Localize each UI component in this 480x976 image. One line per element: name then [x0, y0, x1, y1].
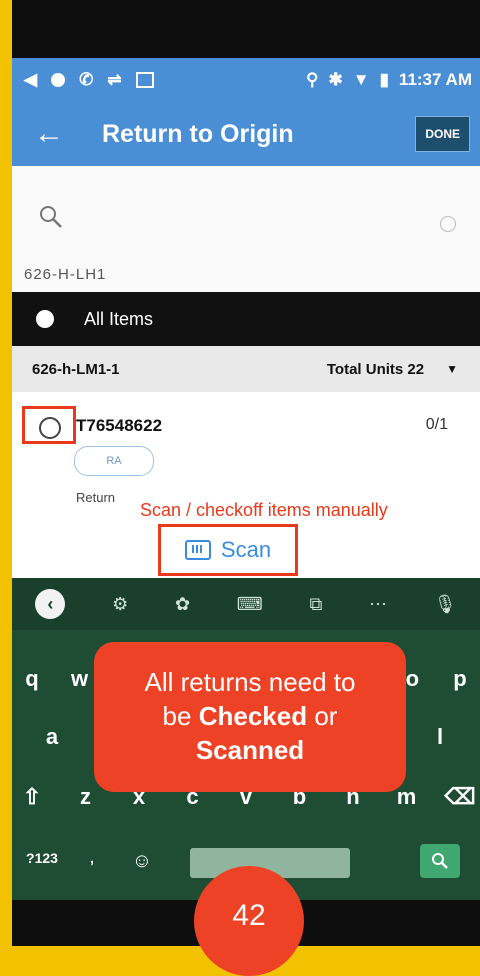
item-id: T76548622	[76, 416, 163, 435]
callout-text: be	[162, 701, 199, 732]
palette-icon[interactable]: ✿	[175, 594, 190, 615]
back-triangle-icon: ◀	[24, 70, 38, 89]
mic-icon[interactable]: 🎙	[434, 594, 457, 615]
notification-dot-icon	[51, 73, 66, 87]
key[interactable]: p	[440, 666, 480, 692]
scan-button[interactable]: Scan	[158, 524, 298, 576]
page-number-badge: 42	[194, 866, 304, 976]
signal-icon: ✆	[79, 70, 94, 89]
callout-line-2: be Checked or	[94, 700, 406, 734]
all-items-label: All Items	[84, 308, 154, 329]
item-checkbox[interactable]	[22, 406, 76, 444]
callout-line-1: All returns need to	[144, 667, 356, 698]
emoji-icon[interactable]: ☺	[112, 850, 172, 873]
arrow-left-icon[interactable]: ←	[12, 117, 74, 151]
bluetooth-icon: ✱	[328, 70, 343, 89]
search-glyph-icon	[432, 853, 448, 869]
callout-text: or	[307, 701, 338, 732]
search-icon[interactable]	[38, 204, 64, 230]
page-title: Return to Origin	[102, 119, 294, 148]
callout-emphasis: Scanned	[195, 734, 305, 765]
sync-icon: ⇌	[107, 70, 122, 89]
phone-screen: ◀ ✆ ⇌ ⚲ ✱ ▼ ▮ 11:37 AM ← Return to Origi…	[12, 0, 480, 946]
keyboard-back-icon[interactable]: ‹	[35, 589, 66, 619]
total-units: Total Units 22	[326, 360, 425, 378]
key[interactable]: l	[420, 724, 460, 750]
radio-selected-icon[interactable]	[36, 310, 54, 328]
clear-search-icon[interactable]	[440, 216, 456, 232]
backspace-icon[interactable]: ⌫	[440, 784, 480, 810]
item-type-label: Return	[76, 490, 116, 505]
key[interactable]: q	[12, 666, 52, 692]
annotation-text: Scan / checkoff items manually	[140, 500, 388, 520]
done-button[interactable]: DONE	[415, 116, 470, 152]
search-area: 626-H-LH1	[12, 166, 480, 292]
status-bar: ◀ ✆ ⇌ ⚲ ✱ ▼ ▮ 11:37 AM	[12, 58, 480, 102]
scan-label: Scan	[220, 537, 272, 562]
group-header[interactable]: 626-h-LM1-1 Total Units 22 ▼	[12, 346, 480, 392]
key[interactable]: z	[66, 784, 106, 810]
list-item: T76548622 0/1 RA Return Scan / checkoff …	[12, 392, 480, 578]
comma-key[interactable]: ,	[72, 850, 112, 873]
group-name: 626-h-LM1-1	[32, 360, 120, 378]
keyboard-mode-icon[interactable]: ⌨	[237, 594, 263, 615]
search-key-icon[interactable]	[420, 844, 460, 878]
ra-badge: RA	[74, 446, 154, 476]
settings-icon[interactable]: ⚙	[112, 594, 128, 615]
callout-line-3: Scanned	[94, 734, 406, 768]
keyboard-toolbar: ‹ ⚙ ✿ ⌨ ⧉ ⋯ 🎙	[12, 578, 480, 630]
location-icon: ⚲	[306, 70, 319, 89]
clipboard-icon[interactable]: ⧉	[309, 594, 322, 615]
location-code: 626-H-LH1	[24, 266, 107, 283]
callout-emphasis: Checked	[198, 701, 308, 732]
app-bar: ← Return to Origin DONE	[12, 102, 480, 166]
all-items-filter[interactable]: All Items	[12, 292, 480, 346]
radio-unchecked-icon[interactable]	[39, 417, 61, 439]
caret-down-icon[interactable]: ▼	[446, 362, 458, 376]
shift-icon[interactable]: ⇧	[12, 784, 52, 810]
barcode-icon	[184, 540, 211, 560]
callout-bubble: All returns need to be Checked or Scanne…	[94, 642, 406, 792]
image-icon	[135, 72, 154, 88]
symbols-key[interactable]: ?123	[12, 850, 72, 873]
item-quantity: 0/1	[425, 416, 448, 433]
more-icon[interactable]: ⋯	[369, 594, 387, 615]
wifi-icon: ▼	[352, 70, 370, 89]
battery-icon: ▮	[379, 70, 389, 89]
status-time: 11:37 AM	[398, 70, 472, 89]
key[interactable]: a	[32, 724, 72, 750]
